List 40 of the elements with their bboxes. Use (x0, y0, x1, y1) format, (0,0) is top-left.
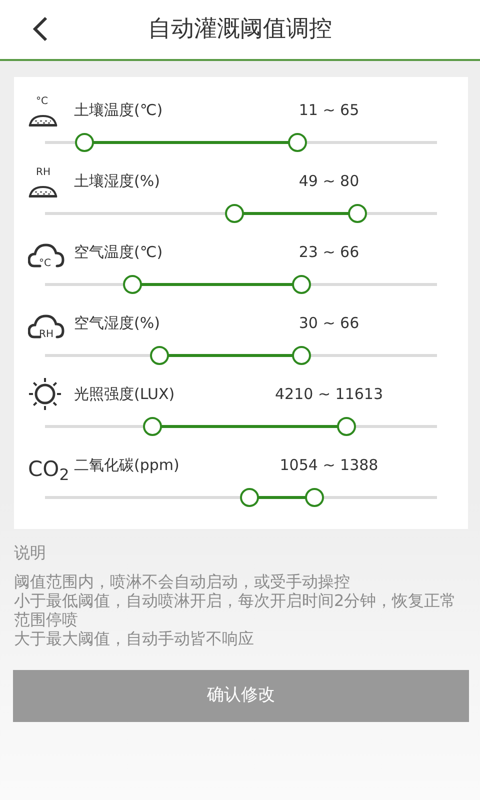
slider-thumb[interactable] (150, 346, 170, 365)
range-value: 11 ~ 65 (298, 100, 360, 121)
range-value: 4210 ~ 11613 (274, 384, 384, 405)
slider-thumb[interactable] (292, 346, 311, 365)
unit-label: RH (36, 168, 50, 178)
unit-label: RH (39, 330, 54, 340)
unit-label: °C (36, 97, 48, 107)
slider-thumb[interactable] (292, 275, 311, 294)
range-value: 1054 ~ 1388 (278, 454, 380, 476)
cloud-icon (28, 241, 66, 269)
sensor-label: 二氧化碳(ppm) (74, 454, 180, 476)
range-value: 49 ~ 80 (298, 170, 360, 192)
range-value: 23 ~ 66 (298, 242, 360, 263)
slider-thumb[interactable] (224, 204, 244, 223)
note-text: 阈值范围内，喷淋不会自动启动，或受手动操控 (14, 572, 351, 591)
range-value: 30 ~ 66 (298, 312, 360, 334)
slider-thumb[interactable] (304, 488, 324, 507)
slider-thumb[interactable] (288, 133, 307, 152)
slider-thumb[interactable] (74, 133, 94, 152)
sensor-label: 空气温度(℃) (74, 242, 164, 263)
note-text: 小于最低阈值，自动喷淋开启，每次开启时间2分钟，恢复正常范围停喷 (14, 591, 458, 629)
sensor-label: 空气湿度(%) (74, 312, 161, 334)
notes-heading: 说明 (14, 543, 47, 562)
slider-thumb[interactable] (123, 275, 142, 294)
sensor-label: 光照强度(LUX) (74, 384, 176, 405)
slider-thumb[interactable] (348, 204, 367, 223)
slider-thumb[interactable] (240, 488, 260, 507)
page-title: 自动灌溉阈值调控 (148, 15, 332, 44)
gas-formula: CO$_{2}$ (28, 459, 70, 480)
note-text: 大于最大阈值，自动手动皆不响应 (14, 629, 255, 648)
sun-icon (28, 378, 62, 411)
slider-thumb[interactable] (143, 417, 162, 436)
slider-thumb[interactable] (336, 417, 356, 436)
sensor-label: 土壤湿度(%) (74, 170, 161, 192)
unit-label: °C (39, 259, 51, 269)
cloud-icon (28, 312, 66, 340)
soil-icon (28, 113, 58, 127)
sensor-label: 土壤温度(℃) (74, 100, 164, 121)
soil-icon (28, 184, 58, 198)
confirm-button[interactable]: 确认修改 (13, 670, 469, 722)
